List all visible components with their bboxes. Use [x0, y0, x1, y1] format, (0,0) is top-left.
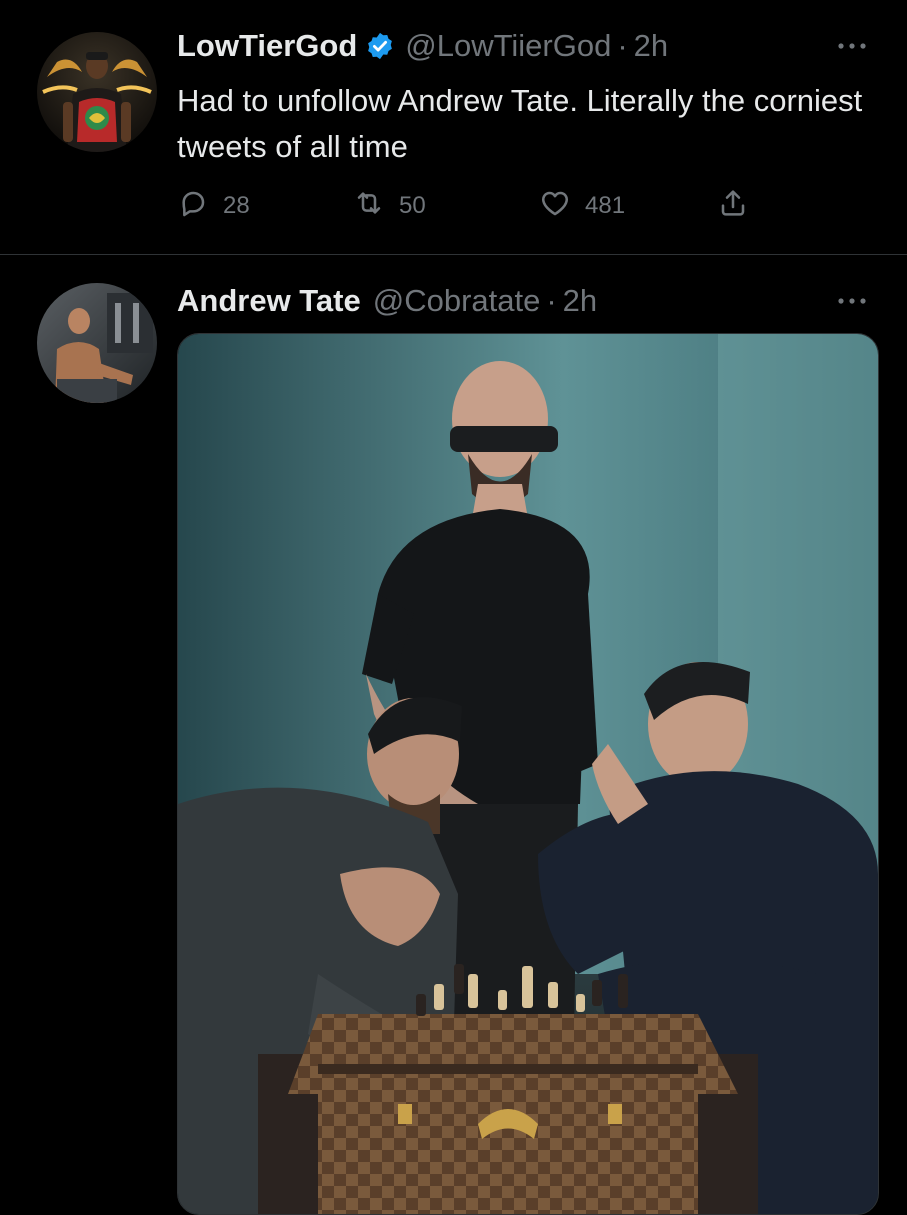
- like-button[interactable]: 481: [539, 186, 625, 226]
- like-icon: [539, 187, 585, 226]
- retweet-count: 50: [399, 192, 426, 219]
- like-count: 481: [585, 192, 626, 219]
- reply-button[interactable]: 28: [177, 186, 250, 226]
- retweet-icon: [353, 187, 399, 226]
- verified-badge-icon: [365, 31, 395, 61]
- share-icon: [717, 187, 763, 226]
- photo-chess-scene: [178, 334, 878, 1214]
- author-name[interactable]: Andrew Tate: [177, 281, 361, 321]
- tweet-header: Andrew Tate @Cobratate · 2h: [177, 281, 597, 321]
- tweet-text: Had to unfollow Andrew Tate. Literally t…: [177, 83, 863, 164]
- author-handle[interactable]: @Cobratate: [373, 281, 541, 321]
- retweet-button[interactable]: 50: [353, 186, 426, 226]
- tweet-media-photo[interactable]: [177, 333, 879, 1215]
- avatar[interactable]: [37, 283, 157, 403]
- reply-count: 28: [223, 192, 250, 219]
- tweet-actions: 28 50 481: [177, 186, 777, 226]
- separator-dot: ·: [617, 28, 628, 63]
- author-name[interactable]: LowTierGod: [177, 26, 357, 66]
- avatar[interactable]: [37, 32, 157, 152]
- more-icon[interactable]: [835, 291, 869, 311]
- separator-dot: ·: [546, 283, 557, 318]
- more-icon[interactable]: [835, 36, 869, 56]
- tweet[interactable]: Andrew Tate @Cobratate · 2h: [0, 255, 907, 1215]
- reply-icon: [177, 187, 223, 226]
- share-button[interactable]: [717, 186, 763, 226]
- tweet[interactable]: LowTierGod @LowTiierGod · 2h Had to unfo…: [0, 0, 907, 254]
- timestamp[interactable]: 2h: [634, 26, 668, 66]
- author-handle[interactable]: @LowTiierGod: [405, 26, 611, 66]
- tweet-header: LowTierGod @LowTiierGod · 2h: [177, 26, 668, 66]
- timestamp[interactable]: 2h: [563, 281, 597, 321]
